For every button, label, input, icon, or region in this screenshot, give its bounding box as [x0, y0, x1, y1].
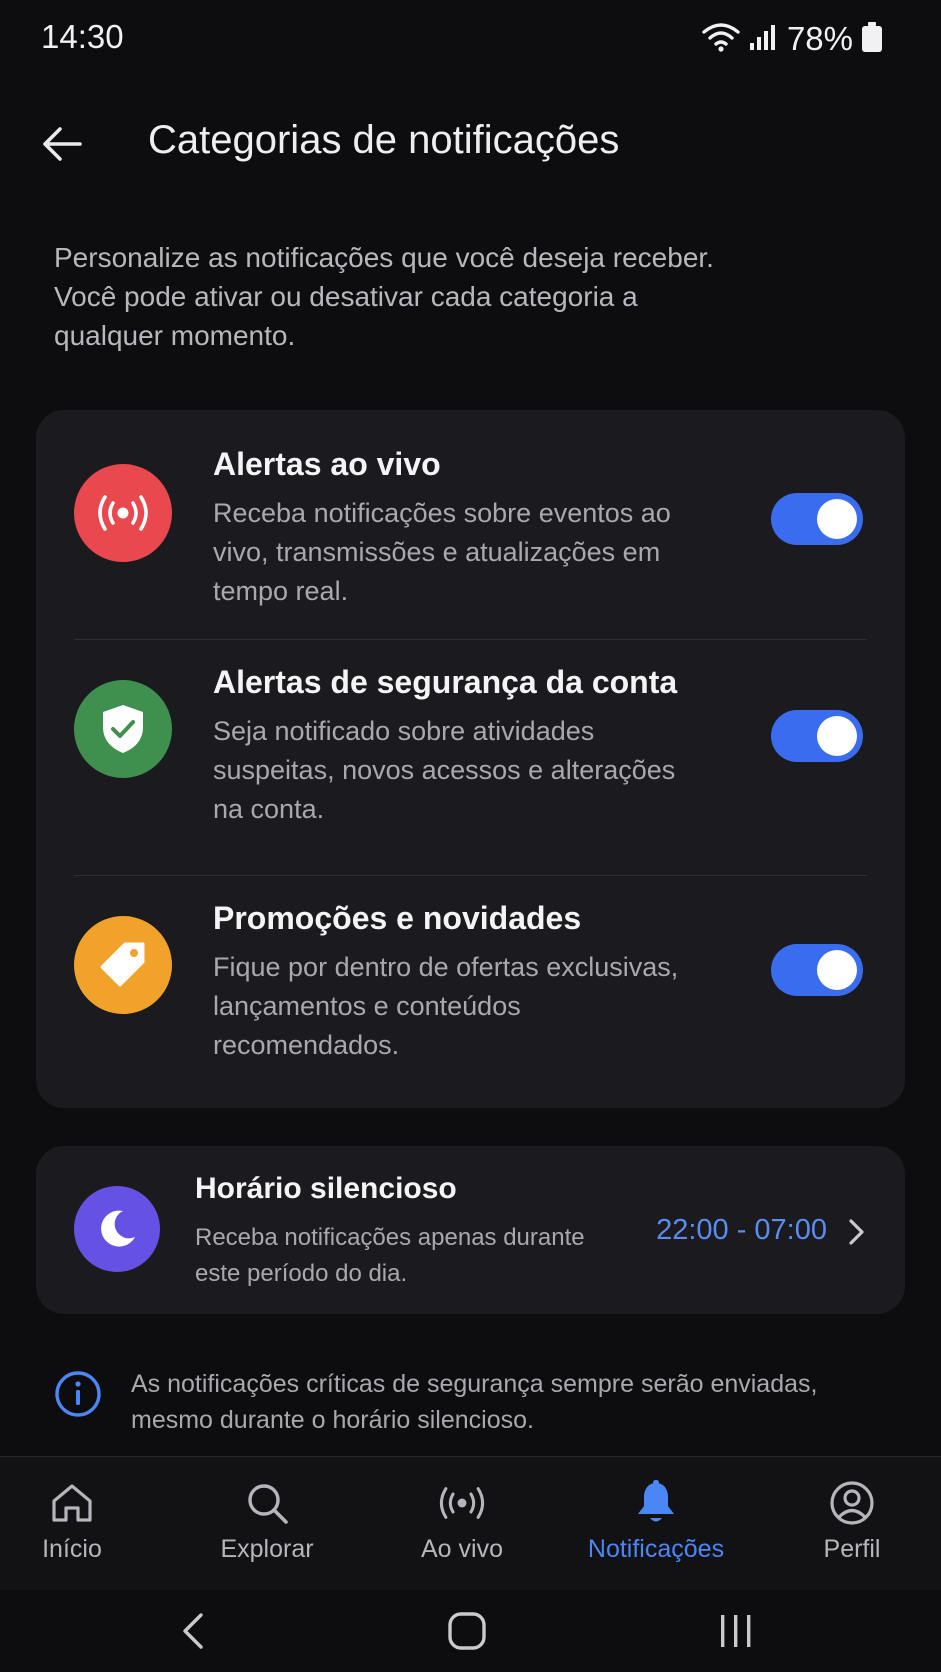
wifi-icon	[701, 21, 741, 58]
category-title: Alertas de segurança da conta	[213, 664, 678, 700]
nav-label: Notificações	[587, 1535, 725, 1563]
page-title: Categorias de notificações	[148, 118, 620, 162]
nav-label: Início	[42, 1535, 102, 1563]
live-alerts-toggle[interactable]	[771, 493, 863, 545]
quiet-hours-icon-circle	[74, 1186, 160, 1272]
chevron-left-icon	[183, 1613, 203, 1649]
battery-icon	[861, 21, 883, 58]
category-title: Promoções e novidades	[213, 900, 582, 936]
category-icon-live	[74, 464, 172, 562]
toggle-knob	[817, 499, 857, 539]
profile-icon	[826, 1477, 878, 1529]
system-recents-button[interactable]	[706, 1608, 766, 1654]
top-app-bar: Categorias de notificações	[0, 100, 941, 186]
system-home-button[interactable]	[437, 1608, 497, 1654]
system-navigation-bar	[0, 1590, 941, 1672]
status-time: 14:30	[41, 18, 124, 55]
home-square-icon	[448, 1612, 486, 1650]
category-description: Seja notificado sobre atividades suspeit…	[213, 716, 676, 824]
bell-icon	[630, 1477, 682, 1529]
nav-item-live[interactable]: Ao vivo	[402, 1457, 522, 1591]
shield-check-icon	[103, 705, 143, 753]
categories-card: Alertas ao vivo Receba notificações sobr…	[36, 410, 905, 1108]
category-description: Receba notificações sobre eventos ao viv…	[213, 498, 671, 606]
signal-icon	[749, 22, 779, 57]
nav-item-profile[interactable]: Perfil	[802, 1457, 902, 1591]
promotions-toggle[interactable]	[771, 944, 863, 996]
quiet-hours-card[interactable]: Horário silencioso Receba notificações a…	[36, 1146, 905, 1314]
notification-categories-screen: 14:30 78% Categorias de notificações Per…	[0, 0, 941, 1672]
broadcast-icon	[98, 495, 148, 531]
nav-item-notifications[interactable]: Notificações	[576, 1457, 736, 1591]
category-title: Alertas ao vivo	[213, 446, 441, 482]
nav-label: Ao vivo	[421, 1535, 503, 1563]
security-alerts-toggle[interactable]	[771, 710, 863, 762]
info-note-text: As notificações críticas de segurança se…	[131, 1370, 818, 1434]
nav-item-explore[interactable]: Explorar	[207, 1457, 327, 1591]
arrow-left-icon	[43, 127, 82, 161]
home-icon	[46, 1477, 98, 1529]
nav-label: Explorar	[220, 1535, 314, 1563]
quiet-hours-description: Receba notificações apenas durante este …	[195, 1224, 585, 1287]
nav-item-home[interactable]: Início	[22, 1457, 122, 1591]
toggle-knob	[817, 950, 857, 990]
category-row-live-alerts: Alertas ao vivo Receba notificações sobr…	[36, 410, 905, 640]
battery-percentage: 78%	[786, 20, 853, 57]
toggle-knob	[817, 716, 857, 756]
info-icon	[55, 1371, 101, 1417]
chevron-right-icon	[843, 1216, 871, 1248]
recents-icon	[721, 1615, 751, 1647]
category-row-security-alerts: Alertas de segurança da conta Seja notif…	[36, 640, 905, 876]
broadcast-icon	[436, 1477, 488, 1529]
back-button[interactable]	[34, 116, 90, 172]
quiet-hours-time-range: 22:00 - 07:00	[656, 1214, 827, 1246]
category-description: Fique por dentro de ofertas exclusivas, …	[213, 952, 679, 1060]
category-icon-promotions	[74, 916, 172, 1014]
status-icons: 78%	[701, 20, 883, 58]
category-icon-security	[74, 680, 172, 778]
quiet-hours-title: Horário silencioso	[195, 1172, 457, 1205]
category-row-promotions: Promoções e novidades Fique por dentro d…	[36, 876, 905, 1108]
system-back-button[interactable]	[163, 1608, 223, 1654]
nav-label: Perfil	[823, 1535, 881, 1563]
tag-icon	[100, 942, 145, 987]
bottom-navigation: Início Explorar Ao vivo Notificações Per…	[0, 1456, 941, 1590]
status-bar: 14:30 78%	[0, 0, 941, 76]
moon-icon	[101, 1210, 135, 1247]
search-icon	[241, 1477, 293, 1529]
intro-text: Personalize as notificações que você des…	[54, 242, 714, 351]
